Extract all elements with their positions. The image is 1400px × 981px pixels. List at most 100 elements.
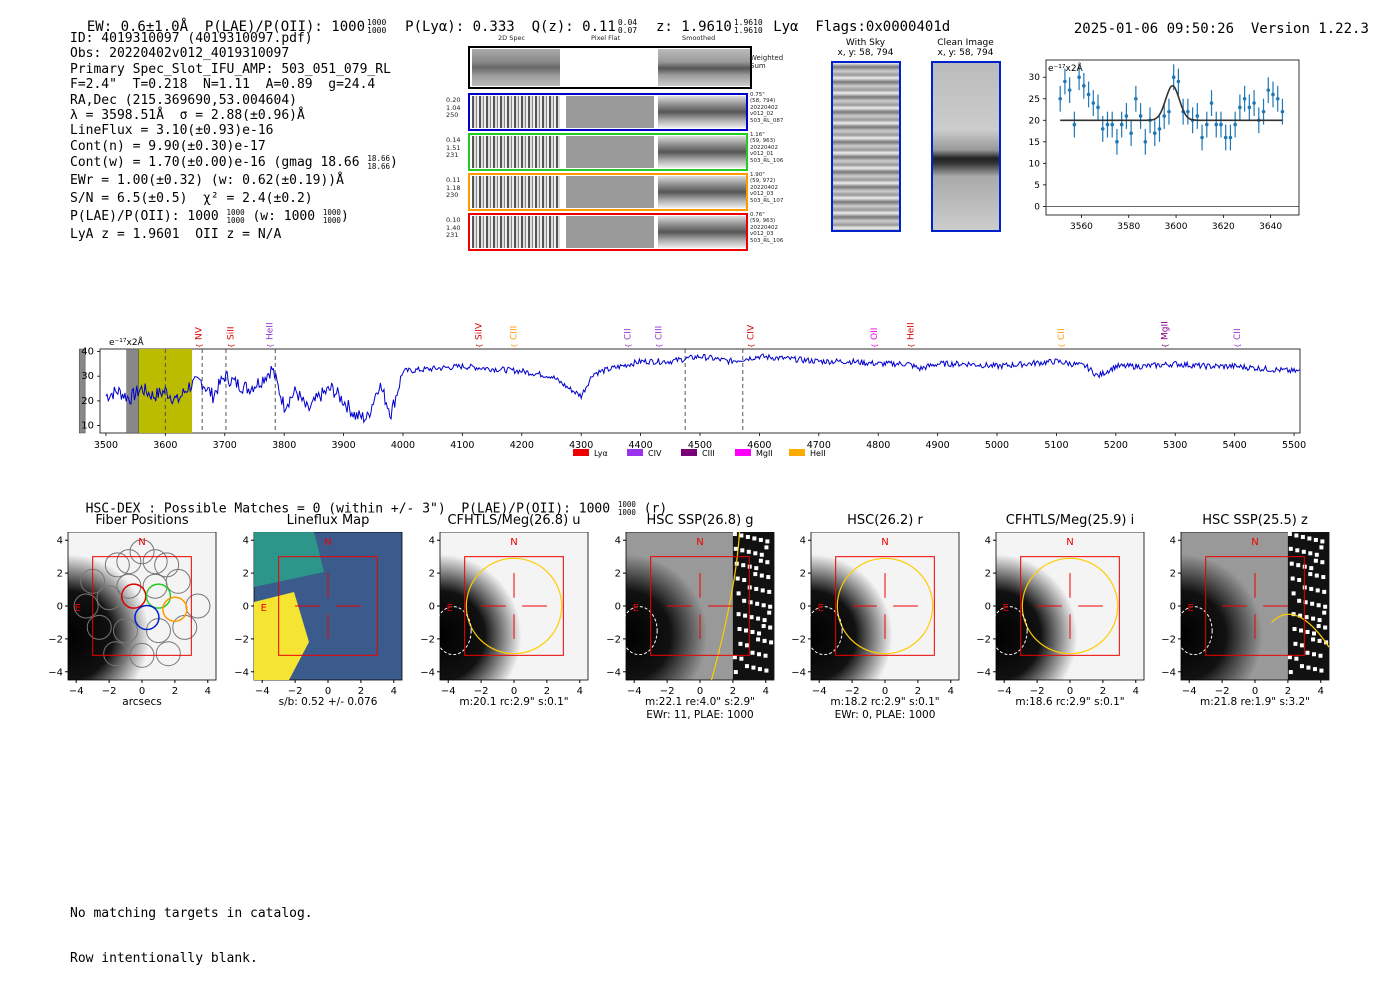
emission-bracket: { xyxy=(266,344,274,348)
info-contw: Cont(w) = 1.70(±0.00)e-16 (gmag 18.66 18… xyxy=(70,154,398,172)
info-id: ID: 4019310097 (4019310097.pdf) xyxy=(70,31,313,46)
emission-label: OII xyxy=(870,328,880,340)
noise-pixel xyxy=(1294,533,1299,538)
fit-point xyxy=(1072,122,1077,127)
east-label: E xyxy=(818,603,824,614)
noise-pixel xyxy=(757,652,762,657)
contw-text: Cont(w) = 1.70(±0.00)e-16 (gmag 18.66 xyxy=(70,155,360,171)
spec-xtick-label: 5100 xyxy=(1044,440,1068,451)
with-sky-image xyxy=(831,61,901,232)
panel-caption: s/b: 0.52 +/- 0.076 xyxy=(234,696,422,709)
noise-pixel xyxy=(1313,558,1318,563)
noise-pixel xyxy=(1308,551,1313,556)
noise-pixel xyxy=(755,601,760,606)
cutout-row-stats: 0.14 1.51 231 xyxy=(446,136,461,160)
panel-ytick-label: −4 xyxy=(234,667,249,678)
legend-label: Lyα xyxy=(594,449,608,458)
noise-pixel xyxy=(763,653,768,658)
cutout-smoothed xyxy=(658,136,746,168)
fit-ytick-label: 20 xyxy=(1029,116,1041,126)
fit-point xyxy=(1261,109,1266,114)
panel-caption-line2: EWr: 0, PLAE: 1000 xyxy=(834,708,936,721)
cutout-2dspec xyxy=(472,216,560,248)
emission-bracket: { xyxy=(871,344,879,348)
emission-bracket: { xyxy=(1162,344,1170,348)
emission-label: CII xyxy=(624,328,634,340)
noise-pixel xyxy=(1297,598,1302,603)
legend-label: CIII xyxy=(702,449,715,458)
image-panel: NE−4−4−2−2002244 xyxy=(606,532,775,697)
legend-label: MgII xyxy=(756,449,773,458)
north-label: N xyxy=(881,537,888,548)
noise-pixel xyxy=(1314,573,1319,578)
noise-pixel xyxy=(751,665,756,670)
panel-caption: m:22.1 re:4.0" s:2.9" EWr: 11, PLAE: 1000 xyxy=(606,696,794,721)
panel-ytick-label: 4 xyxy=(1170,536,1176,547)
panel-caption: arcsecs xyxy=(48,696,236,709)
panel-title: CFHTLS/Meg(25.9) i xyxy=(1005,513,1135,528)
noise-pixel xyxy=(759,573,764,578)
fit-point xyxy=(1252,101,1256,105)
fit-point xyxy=(1266,88,1271,92)
noise-pixel xyxy=(754,586,759,591)
noise-pixel xyxy=(765,560,770,565)
spec-xtick-label: 4000 xyxy=(391,440,415,451)
spec-xtick-label: 3800 xyxy=(272,440,296,451)
panel-caption-line1: arcsecs xyxy=(122,696,162,708)
clean-image-sub: x, y: 58, 794 xyxy=(937,48,994,58)
info-radec: RA,Dec (215.369690,53.004604) xyxy=(70,92,297,108)
plae-mid: (w: 1000 xyxy=(252,209,316,225)
emission-bracket: { xyxy=(1234,344,1242,348)
noise-pixel xyxy=(1306,665,1311,670)
cutout-smoothed xyxy=(658,216,746,248)
fit-point xyxy=(1223,135,1228,140)
fit-point xyxy=(1105,122,1110,127)
panel-ytick-label: −4 xyxy=(976,667,991,678)
weighted-sum-strip xyxy=(468,46,752,89)
fit-point xyxy=(1152,131,1157,135)
fit-point xyxy=(1115,140,1119,144)
noise-pixel xyxy=(761,624,766,629)
panel-ytick-label: 0 xyxy=(985,602,991,613)
panel-ytick-label: −2 xyxy=(791,634,806,645)
north-label: N xyxy=(1066,537,1073,548)
panel-ytick-label: 2 xyxy=(985,569,991,580)
spec-xtick-label: 4900 xyxy=(926,440,950,451)
panel-ytick-label: −2 xyxy=(48,634,63,645)
fit-xtick-label: 3620 xyxy=(1212,222,1235,232)
fit-ytick-label: 30 xyxy=(1029,73,1041,83)
panel-image xyxy=(439,532,589,681)
fit-point xyxy=(1219,122,1223,127)
noise-pixel xyxy=(749,615,754,620)
fit-point xyxy=(1242,96,1247,101)
noise-pixel xyxy=(754,566,759,571)
east-label: E xyxy=(633,603,639,614)
noise-pixel xyxy=(761,603,766,608)
legend-swatch xyxy=(681,449,697,456)
noise-pixel xyxy=(1312,652,1317,657)
fit-point xyxy=(1204,122,1209,127)
with-sky-panel: With Sky x, y: 58, 794 xyxy=(828,38,903,232)
noise-pixel xyxy=(1311,616,1316,621)
noise-pixel xyxy=(1305,629,1310,634)
noise-pixel xyxy=(767,589,772,594)
noise-pixel xyxy=(736,591,741,596)
cutout-pixel-flat xyxy=(566,216,654,248)
noise-pixel xyxy=(1314,552,1319,557)
emission-label: HeII xyxy=(265,322,275,340)
cutout-row-frame xyxy=(468,213,748,251)
fit-ytick-label: 0 xyxy=(1034,202,1040,212)
east-label: E xyxy=(261,603,267,614)
header-right: 2025-01-06 09:50:26 Version 1.22.3 xyxy=(1057,5,1369,37)
panel-caption-line2: EWr: 11, PLAE: 1000 xyxy=(646,708,754,721)
panel-ytick-label: 0 xyxy=(800,602,806,613)
noise-pixel xyxy=(1299,664,1304,669)
fit-point xyxy=(1238,105,1242,110)
clean-image-panel: Clean Image x, y: 58, 794 xyxy=(928,38,1003,232)
spec-axes-frame xyxy=(99,348,1301,434)
fit-point xyxy=(1233,122,1237,127)
legend-swatch xyxy=(789,449,805,456)
cutout-row-meta: 0.76" (59, 963) 20220402 v012_03 503_RL_… xyxy=(750,212,784,244)
fit-point xyxy=(1067,88,1072,92)
image-panel: NE−4−4−2−2002244 xyxy=(791,532,960,697)
